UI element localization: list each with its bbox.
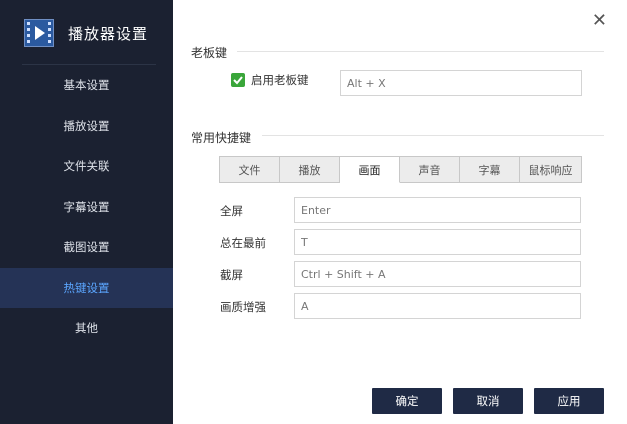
boss-key-section-title: 老板键 (191, 46, 228, 60)
tab-picture[interactable]: 画面 (340, 157, 400, 183)
sidebar-item-subtitle[interactable]: 字幕设置 (0, 187, 173, 228)
sidebar-item-file-association[interactable]: 文件关联 (0, 146, 173, 187)
player-logo-icon (24, 19, 54, 47)
tab-mouse[interactable]: 鼠标响应 (520, 157, 582, 183)
boss-key-checkbox-label: 启用老板键 (251, 73, 309, 87)
apply-button[interactable]: 应用 (534, 388, 604, 414)
tab-audio[interactable]: 声音 (400, 157, 460, 183)
tab-subtitle[interactable]: 字幕 (460, 157, 520, 183)
shortcut-tabs: 文件 播放 画面 声音 字幕 鼠标响应 (219, 156, 582, 183)
boss-key-input[interactable] (340, 70, 582, 96)
cancel-button[interactable]: 取消 (453, 388, 523, 414)
ok-button[interactable]: 确定 (372, 388, 442, 414)
shortcuts-divider (262, 135, 604, 136)
tab-playback[interactable]: 播放 (280, 157, 340, 183)
sidebar-item-hotkeys[interactable]: 热键设置 (0, 267, 173, 308)
sidebar-nav: 基本设置 播放设置 文件关联 字幕设置 截图设置 热键设置 其他 (0, 65, 173, 349)
shortcut-label-always-on-top: 总在最前 (220, 236, 266, 250)
brand: 播放器设置 (24, 18, 148, 48)
checkmark-icon (233, 76, 243, 85)
boss-key-checkbox[interactable] (231, 73, 245, 87)
sidebar: 播放器设置 基本设置 播放设置 文件关联 字幕设置 截图设置 热键设置 其他 (0, 0, 173, 424)
shortcut-input-always-on-top[interactable] (294, 229, 581, 255)
shortcut-label-screenshot: 截屏 (220, 268, 243, 282)
shortcut-input-fullscreen[interactable] (294, 197, 581, 223)
shortcut-label-enhance: 画质增强 (220, 300, 266, 314)
shortcut-input-screenshot[interactable] (294, 261, 581, 287)
shortcuts-section-title: 常用快捷键 (191, 131, 252, 145)
sidebar-item-playback[interactable]: 播放设置 (0, 106, 173, 147)
tab-file[interactable]: 文件 (220, 157, 280, 183)
sidebar-item-other[interactable]: 其他 (0, 308, 173, 349)
sidebar-item-screenshot[interactable]: 截图设置 (0, 227, 173, 268)
boss-key-divider (237, 51, 604, 52)
close-icon[interactable]: ✕ (592, 12, 607, 30)
shortcut-input-enhance[interactable] (294, 293, 581, 319)
sidebar-item-basic[interactable]: 基本设置 (0, 65, 173, 106)
shortcut-label-fullscreen: 全屏 (220, 204, 243, 218)
app-title: 播放器设置 (68, 24, 149, 43)
